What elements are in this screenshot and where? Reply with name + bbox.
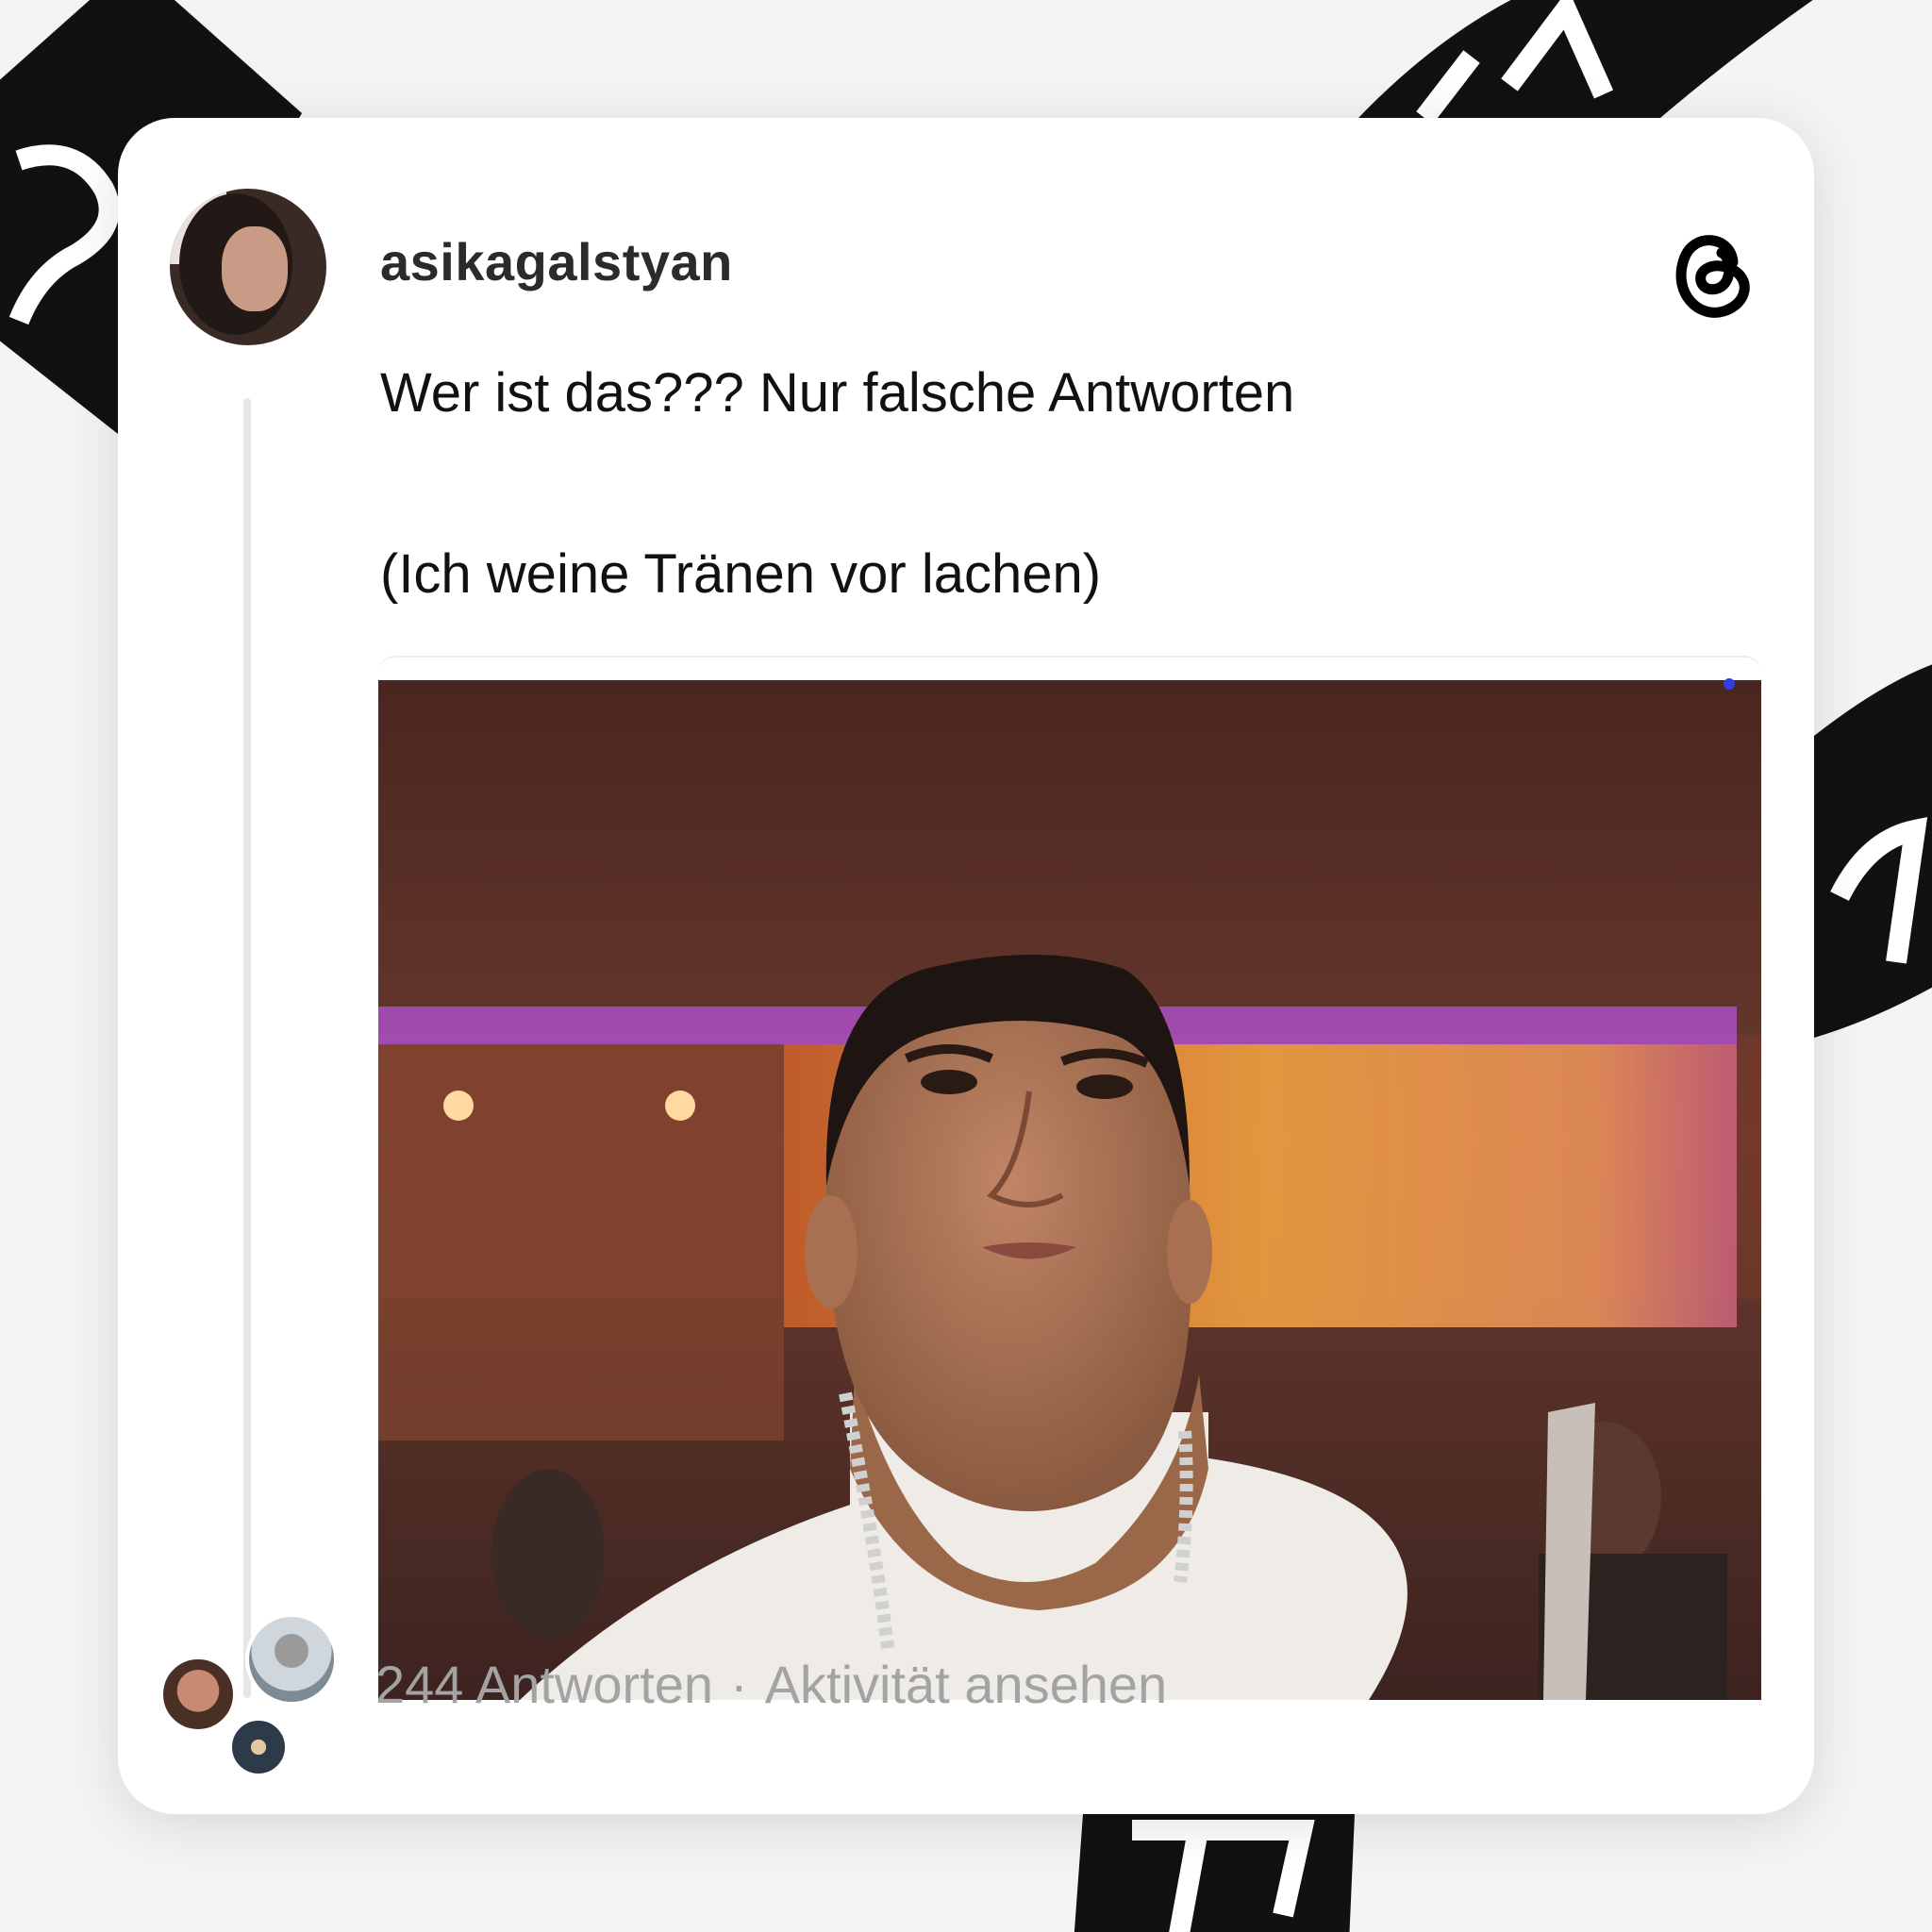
thread-line (243, 398, 251, 1698)
replier-avatar-2[interactable] (245, 1613, 338, 1706)
author-username[interactable]: asikagalstyan (380, 231, 733, 292)
replier-avatar-3[interactable] (228, 1717, 289, 1777)
replies-count-link[interactable]: 244 Antworten (375, 1655, 713, 1714)
post-card: asikagalstyan Wer ist das??? Nur falsche… (118, 118, 1814, 1814)
replier-avatar-1[interactable] (159, 1656, 237, 1733)
separator-dot: · (730, 1655, 748, 1714)
threads-logo-icon (1675, 235, 1750, 318)
view-activity-link[interactable]: Aktivität ansehen (765, 1655, 1167, 1714)
reply-stats: 244 Antworten · Aktivität ansehen (375, 1654, 1167, 1715)
author-avatar[interactable] (170, 189, 326, 345)
post-text: Wer ist das??? Nur falsche Antworten (380, 362, 1295, 424)
post-image[interactable] (378, 656, 1761, 1700)
post-text-second-line: (Ich weine Tränen vor lachen) (380, 543, 1102, 605)
